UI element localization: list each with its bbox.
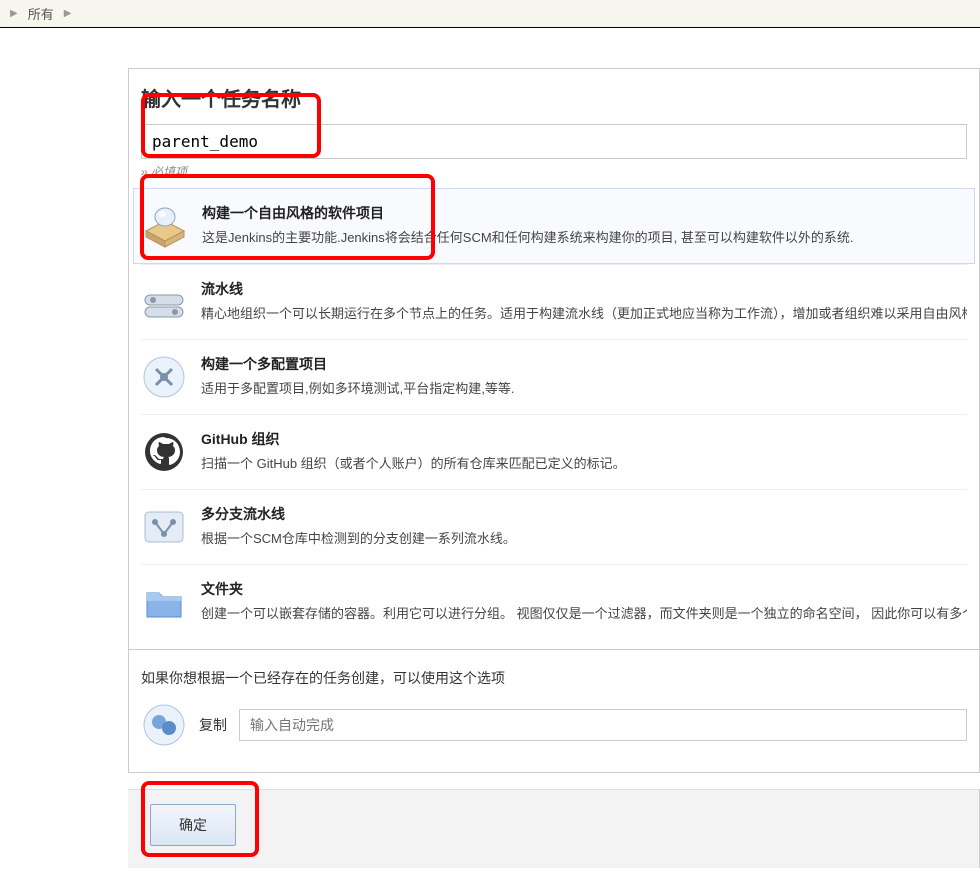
pipeline-icon <box>141 279 187 325</box>
option-title: GitHub 组织 <box>201 429 967 449</box>
multibranch-icon <box>141 504 187 550</box>
copy-icon <box>141 702 187 748</box>
copy-label: 复制 <box>199 715 227 735</box>
required-note: » 必填项 <box>141 163 967 180</box>
option-freestyle[interactable]: 构建一个自由风格的软件项目 这是Jenkins的主要功能.Jenkins将会结合… <box>133 188 975 264</box>
ok-button[interactable]: 确定 <box>150 804 236 846</box>
breadcrumb-item-all[interactable]: 所有 <box>28 4 54 23</box>
copy-hint: 如果你想根据一个已经存在的任务创建，可以使用这个选项 <box>141 668 967 688</box>
option-desc: 这是Jenkins的主要功能.Jenkins将会结合任何SCM和任何构建系统来构… <box>202 227 966 246</box>
option-desc: 精心地组织一个可以长期运行在多个节点上的任务。适用于构建流水线（更加正式地应当称… <box>201 303 967 322</box>
option-multibranch[interactable]: 多分支流水线 根据一个SCM仓库中检测到的分支创建一系列流水线。 <box>141 489 967 564</box>
new-item-panel: 输入一个任务名称 » 必填项 构建一个自由风格的软件项目 这是Jenkins的主… <box>128 68 980 773</box>
project-type-list: 构建一个自由风格的软件项目 这是Jenkins的主要功能.Jenkins将会结合… <box>129 188 979 639</box>
option-title: 文件夹 <box>201 579 967 599</box>
footer: 确定 <box>128 789 980 868</box>
freestyle-icon <box>142 203 188 249</box>
chevron-right-icon: ▶ <box>10 8 18 19</box>
section-title: 输入一个任务名称 <box>141 83 967 112</box>
option-pipeline[interactable]: 流水线 精心地组织一个可以长期运行在多个节点上的任务。适用于构建流水线（更加正式… <box>141 264 967 339</box>
multiconfig-icon <box>141 354 187 400</box>
option-title: 流水线 <box>201 279 967 299</box>
name-section: 输入一个任务名称 » 必填项 <box>129 69 979 188</box>
option-github-org[interactable]: GitHub 组织 扫描一个 GitHub 组织（或者个人账户）的所有仓库来匹配… <box>141 414 967 489</box>
option-title: 构建一个多配置项目 <box>201 354 967 374</box>
option-folder[interactable]: 文件夹 创建一个可以嵌套存储的容器。利用它可以进行分组。 视图仅仅是一个过滤器，… <box>141 564 967 639</box>
copy-section: 如果你想根据一个已经存在的任务创建，可以使用这个选项 复制 <box>129 650 979 772</box>
option-desc: 扫描一个 GitHub 组织（或者个人账户）的所有仓库来匹配已定义的标记。 <box>201 453 967 472</box>
breadcrumb: ▶ 所有 ▶ <box>0 0 980 28</box>
option-desc: 创建一个可以嵌套存储的容器。利用它可以进行分组。 视图仅仅是一个过滤器，而文件夹… <box>201 603 967 622</box>
option-multiconfig[interactable]: 构建一个多配置项目 适用于多配置项目,例如多环境测试,平台指定构建,等等. <box>141 339 967 414</box>
option-title: 构建一个自由风格的软件项目 <box>202 203 966 223</box>
option-desc: 适用于多配置项目,例如多环境测试,平台指定构建,等等. <box>201 378 967 397</box>
github-icon <box>141 429 187 475</box>
copy-from-input[interactable] <box>239 709 967 741</box>
folder-icon <box>141 579 187 625</box>
item-name-input[interactable] <box>141 124 967 159</box>
option-desc: 根据一个SCM仓库中检测到的分支创建一系列流水线。 <box>201 528 967 547</box>
option-title: 多分支流水线 <box>201 504 967 524</box>
chevron-right-icon: ▶ <box>64 8 72 19</box>
